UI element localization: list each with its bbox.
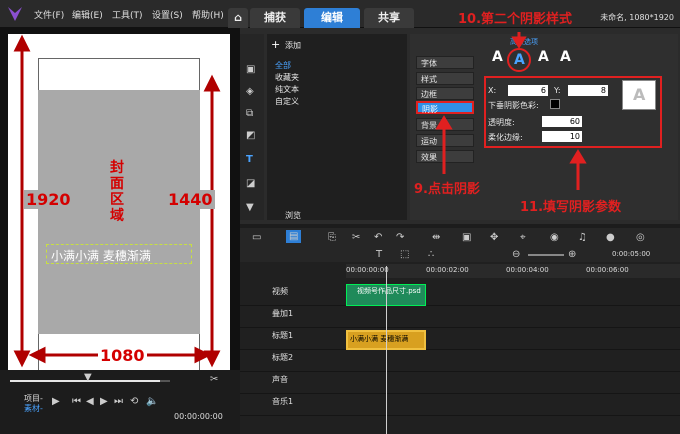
material-mode[interactable]: 素材- <box>24 403 43 414</box>
library-item-custom[interactable]: 自定义 <box>275 96 299 107</box>
image-icon[interactable]: ▣ <box>462 232 471 243</box>
track-title2 <box>240 350 680 372</box>
menu-help[interactable]: 帮助(H) <box>192 8 224 21</box>
motion-path-icon[interactable]: ⬚ <box>400 249 409 260</box>
width-label: 1080 <box>98 346 147 365</box>
text-icon[interactable]: T <box>376 249 382 260</box>
undo-icon[interactable]: ↶ <box>374 232 382 243</box>
path-icon[interactable]: ▼ <box>246 202 254 213</box>
trim-icon[interactable]: ✂ <box>210 374 218 385</box>
annotation-step-9: 9.点击阴影 <box>414 182 480 197</box>
copy-icon[interactable]: ⎘ <box>328 232 336 243</box>
track-label-video: 视频 <box>272 287 288 296</box>
track-label-music1: 音乐1 <box>272 397 294 406</box>
scrubber-handle-icon[interactable]: ▼ <box>84 372 92 383</box>
height-label-right: 1440 <box>166 190 215 209</box>
library-category-bar: ▣ ◈ ⧉ ◩ T ◪ ▼ <box>240 34 264 220</box>
track-video <box>240 284 680 306</box>
ruler-tick: 00:00:06:00 <box>586 266 629 274</box>
zoom-slider[interactable] <box>528 254 564 256</box>
tools-icon[interactable]: ✂ <box>352 232 360 243</box>
media-icon[interactable]: ▣ <box>246 64 255 75</box>
multicam-icon[interactable]: ◎ <box>636 232 645 243</box>
track-label-overlay1: 叠加1 <box>272 309 294 318</box>
library-item-favorites[interactable]: 收藏夹 <box>275 72 299 83</box>
dots-icon[interactable]: ∴ <box>428 249 434 260</box>
track-label-voice: 声音 <box>272 375 288 384</box>
filter-icon[interactable]: ◩ <box>246 130 255 141</box>
volume-icon[interactable]: 🔈 <box>146 396 158 407</box>
project-title: 未命名, 1080*1920 <box>600 13 674 22</box>
menu-file[interactable]: 文件(F) <box>34 8 64 21</box>
transition-icon[interactable]: ⧉ <box>246 108 253 119</box>
redo-icon[interactable]: ↷ <box>396 232 404 243</box>
cover-area-label: 封面区域 <box>110 160 124 224</box>
record-icon[interactable]: ● <box>606 232 615 243</box>
timeline-view-icon[interactable]: ▤ <box>286 230 302 243</box>
timeline-ruler[interactable]: 00:00:00:00 00:00:02:00 00:00:04:00 00:0… <box>346 264 680 278</box>
library-item-all[interactable]: 全部 <box>275 60 291 71</box>
library-panel: + 添加 全部 收藏夹 纯文本 自定义 浏览 <box>267 34 407 220</box>
zoom-time[interactable]: 0:00:05:00 <box>612 250 650 258</box>
add-button[interactable]: 添加 <box>285 40 301 51</box>
annotation-step-10: 10.第二个阴影样式 <box>458 12 573 27</box>
tab-capture[interactable]: 捕获 <box>250 8 300 28</box>
graphic-icon[interactable]: ◪ <box>246 178 255 189</box>
storyboard-view-icon[interactable]: ▭ <box>252 232 261 243</box>
track-voice <box>240 372 680 394</box>
home-icon: ⌂ <box>234 11 242 24</box>
timecode[interactable]: 00:00:00:00 <box>174 412 223 421</box>
add-icon[interactable]: + <box>271 38 280 51</box>
audio-mixer-icon[interactable]: ♫ <box>578 232 587 243</box>
instant-project-icon[interactable]: ◈ <box>246 86 254 97</box>
menu-settings[interactable]: 设置(S) <box>152 8 183 21</box>
browse-button[interactable]: 浏览 <box>285 210 301 221</box>
tab-edit[interactable]: 编辑 <box>304 8 360 28</box>
app-logo-icon <box>8 7 22 21</box>
zoom-in-icon[interactable]: ⊕ <box>568 249 576 260</box>
zoom-out-icon[interactable]: ⊖ <box>512 249 520 260</box>
fit-icon[interactable]: ⇹ <box>432 232 440 243</box>
repeat-icon[interactable]: ⟲ <box>130 396 138 407</box>
title-icon[interactable]: T <box>246 154 253 165</box>
playhead[interactable] <box>386 266 387 434</box>
skip-start-icon[interactable]: ⏮ <box>72 396 81 407</box>
height-label-left: 1920 <box>24 190 73 209</box>
track-title1 <box>240 328 680 350</box>
track-icon[interactable]: ⌖ <box>520 232 526 243</box>
play-icon[interactable]: ▶ <box>52 396 60 407</box>
step-forward-icon[interactable]: ▶ <box>100 396 108 407</box>
track-label-title2: 标题2 <box>272 353 294 362</box>
library-item-plain-text[interactable]: 纯文本 <box>275 84 299 95</box>
track-label-title1: 标题1 <box>272 331 294 340</box>
track-overlay1 <box>240 306 680 328</box>
ruler-tick: 00:00:00:00 <box>346 266 389 274</box>
ruler-tick: 00:00:04:00 <box>506 266 549 274</box>
color-icon[interactable]: ◉ <box>550 232 559 243</box>
menu-bar: 文件(F) 编辑(E) 工具(T) 设置(S) 帮助(H) ⌂ 捕获 编辑 共享… <box>0 0 680 28</box>
caption-text: 小满小满 麦穗渐满 <box>51 249 151 263</box>
timeline-subtoolbar: T ⬚ ∴ ⊖ ⊕ 0:00:05:00 <box>240 248 680 262</box>
ruler-tick: 00:00:02:00 <box>426 266 469 274</box>
tab-share[interactable]: 共享 <box>364 8 414 28</box>
timeline-toolbar: ▭ ▤ ⎘ ✂ ↶ ↷ ⇹ ▣ ✥ ⌖ ◉ ♫ ● ◎ <box>240 228 680 248</box>
menu-edit[interactable]: 编辑(E) <box>72 8 103 21</box>
track-music1 <box>240 394 680 416</box>
motion-icon[interactable]: ✥ <box>490 232 498 243</box>
menu-tools[interactable]: 工具(T) <box>112 8 143 21</box>
skip-end-icon[interactable]: ⏭ <box>114 396 123 407</box>
caption-box[interactable]: 小满小满 麦穗渐满 <box>46 244 192 264</box>
annotation-step-11: 11.填写阴影参数 <box>520 200 622 215</box>
home-tab[interactable]: ⌂ <box>228 8 248 28</box>
step-back-icon[interactable]: ◀ <box>86 396 94 407</box>
